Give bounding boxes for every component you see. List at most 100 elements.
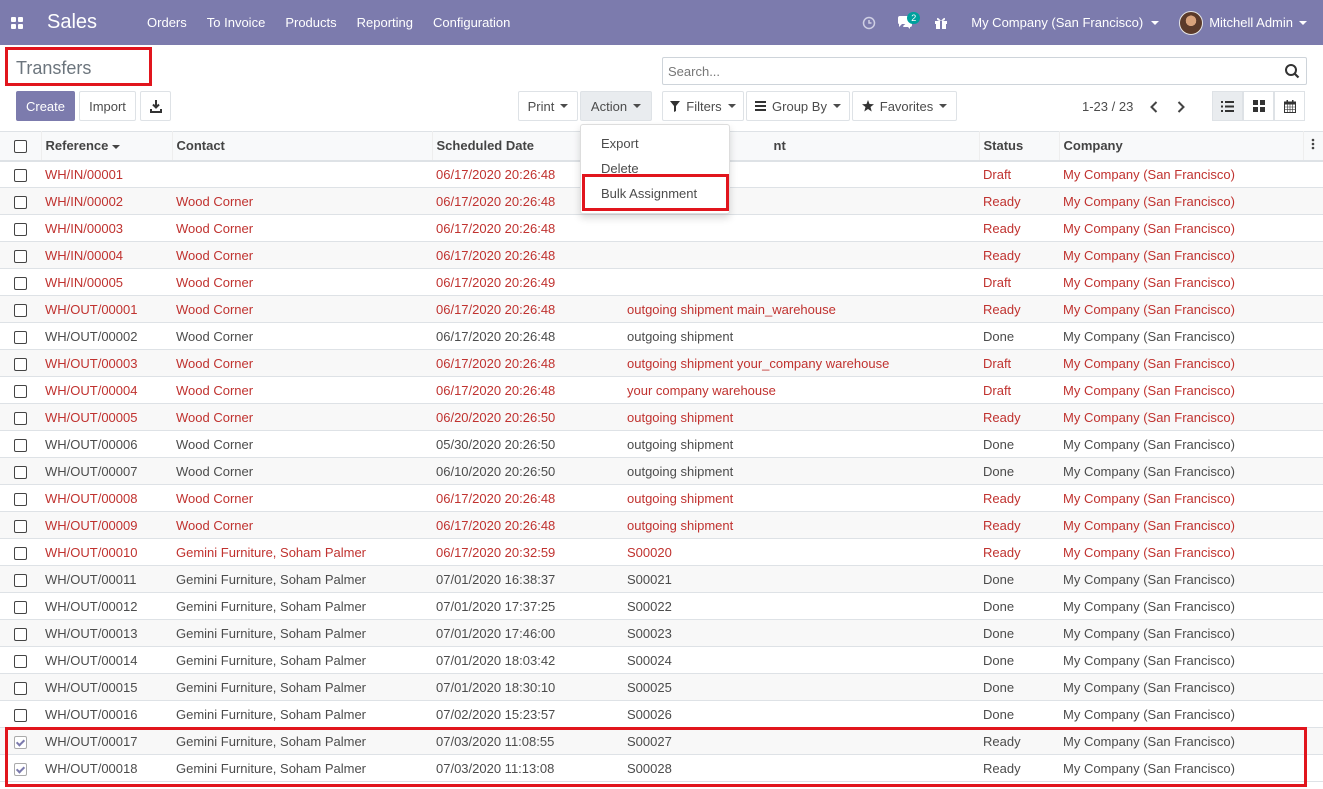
app-brand[interactable]: Sales [47, 11, 97, 34]
row-checkbox[interactable] [14, 762, 27, 776]
favorites-button[interactable]: Favorites [852, 91, 957, 121]
company-switcher[interactable]: My Company (San Francisco) [959, 15, 1171, 30]
row-checkbox[interactable] [14, 600, 27, 614]
action-label: Action [590, 98, 628, 114]
search-input[interactable] [663, 58, 1278, 84]
table-row[interactable]: WH/OUT/00004 Wood Corner 06/17/2020 20:26:… [0, 376, 1323, 404]
row-checkbox[interactable] [14, 492, 27, 506]
user-menu[interactable]: Mitchell Admin [1171, 10, 1323, 35]
print-button[interactable]: Print [518, 91, 578, 121]
status-cell: Done [979, 322, 1059, 350]
page-title: Transfers [16, 58, 92, 78]
contact-cell: Wood Corner [172, 457, 432, 485]
menu-configuration[interactable]: Configuration [423, 0, 520, 45]
row-spacer-cell [1303, 619, 1323, 647]
pager-value[interactable]: 1-23 / 23 [1082, 99, 1133, 114]
table-row[interactable]: WH/OUT/00012 Gemini Furniture, Soham Palm… [0, 592, 1323, 620]
row-checkbox[interactable] [14, 573, 27, 587]
action-export-item[interactable]: Export [581, 131, 729, 156]
table-row[interactable]: WH/IN/00005 Wood Corner 06/17/2020 20:26:4… [0, 268, 1323, 296]
company-cell: My Company (San Francisco) [1059, 187, 1303, 215]
systray: 2 My Company (San Francisco) Mitchell Ad… [851, 0, 1323, 45]
row-checkbox[interactable] [14, 195, 27, 209]
messaging-chat-icon[interactable]: 2 [887, 0, 923, 45]
table-row[interactable]: WH/OUT/00007 Wood Corner 06/10/2020 20:26:… [0, 457, 1323, 485]
table-row[interactable]: WH/OUT/00016 Gemini Furniture, Soham Palm… [0, 700, 1323, 728]
top-navbar: Sales Orders To Invoice Products Reporti… [0, 0, 1323, 45]
kanban-view-button[interactable] [1243, 91, 1274, 121]
table-row[interactable]: WH/OUT/00017 Gemini Furniture, Soham Palm… [0, 727, 1323, 755]
column-header-status[interactable]: Status [979, 131, 1060, 162]
company-cell: My Company (San Francisco) [1059, 430, 1303, 458]
create-button[interactable]: Create [16, 91, 75, 121]
table-row[interactable]: WH/OUT/00011 Gemini Furniture, Soham Palm… [0, 565, 1323, 593]
column-header-reference[interactable]: Reference [41, 131, 173, 162]
list-view-button[interactable] [1212, 91, 1243, 121]
menu-to-invoice[interactable]: To Invoice [197, 0, 276, 45]
table-row[interactable]: WH/IN/00004 Wood Corner 06/17/2020 20:26:4… [0, 241, 1323, 269]
import-button[interactable]: Import [79, 91, 136, 121]
action-delete-item[interactable]: Delete [581, 156, 729, 181]
table-row[interactable]: WH/OUT/00006 Wood Corner 05/30/2020 20:26:… [0, 430, 1323, 458]
table-row[interactable]: WH/OUT/00018 Gemini Furniture, Soham Palm… [0, 754, 1323, 782]
chevron-right-icon [1177, 101, 1185, 113]
column-header-company[interactable]: Company [1059, 131, 1304, 162]
menu-orders[interactable]: Orders [137, 0, 197, 45]
row-checkbox[interactable] [14, 276, 27, 290]
menu-products[interactable]: Products [275, 0, 346, 45]
row-checkbox[interactable] [14, 465, 27, 479]
activity-clock-icon[interactable] [851, 0, 887, 45]
scheduled-date-cell: 06/17/2020 20:26:48 [432, 484, 623, 512]
row-checkbox[interactable] [14, 627, 27, 641]
row-checkbox[interactable] [14, 708, 27, 722]
row-checkbox[interactable] [14, 222, 27, 236]
row-checkbox[interactable] [14, 249, 27, 263]
table-row[interactable]: WH/OUT/00005 Wood Corner 06/20/2020 20:26:… [0, 403, 1323, 431]
table-row[interactable]: WH/OUT/00014 Gemini Furniture, Soham Palm… [0, 646, 1323, 674]
source-document-cell: S00024 [623, 646, 979, 674]
table-row[interactable]: WH/OUT/00010 Gemini Furniture, Soham Palm… [0, 538, 1323, 566]
table-row[interactable]: WH/OUT/00009 Wood Corner 06/17/2020 20:26:… [0, 511, 1323, 539]
row-checkbox[interactable] [14, 681, 27, 695]
reference-cell: WH/IN/00005 [41, 268, 172, 296]
company-cell: My Company (San Francisco) [1059, 322, 1303, 350]
row-checkbox[interactable] [14, 654, 27, 668]
table-row[interactable]: WH/OUT/00008 Wood Corner 06/17/2020 20:26:… [0, 484, 1323, 512]
table-row[interactable]: WH/OUT/00015 Gemini Furniture, Soham Palm… [0, 673, 1323, 701]
group-by-button[interactable]: Group By [746, 91, 850, 121]
calendar-view-button[interactable] [1274, 91, 1305, 121]
action-button[interactable]: Action [580, 91, 652, 121]
row-checkbox[interactable] [14, 519, 27, 533]
table-row[interactable]: WH/OUT/00002 Wood Corner 06/17/2020 20:26:… [0, 322, 1323, 350]
row-checkbox[interactable] [14, 438, 27, 452]
star-icon [861, 100, 874, 112]
contact-cell: Wood Corner [172, 241, 432, 269]
row-checkbox[interactable] [14, 411, 27, 425]
menu-reporting[interactable]: Reporting [347, 0, 423, 45]
table-row[interactable]: WH/OUT/00013 Gemini Furniture, Soham Palm… [0, 619, 1323, 647]
column-header-contact[interactable]: Contact [172, 131, 433, 162]
table-row[interactable]: WH/OUT/00001 Wood Corner 06/17/2020 20:26:… [0, 295, 1323, 323]
action-bulk-assignment-item[interactable]: Bulk Assignment [581, 181, 729, 206]
row-checkbox[interactable] [14, 303, 27, 317]
select-all-checkbox[interactable] [13, 140, 27, 154]
filters-button[interactable]: Filters [662, 91, 744, 121]
row-checkbox[interactable] [14, 168, 27, 182]
download-button[interactable] [140, 91, 171, 121]
pager-previous-button[interactable] [1143, 96, 1165, 118]
pager-next-button[interactable] [1170, 96, 1192, 118]
row-checkbox[interactable] [14, 330, 27, 344]
optional-columns-toggle[interactable] [1303, 131, 1323, 162]
row-checkbox[interactable] [14, 735, 27, 749]
row-checkbox[interactable] [14, 384, 27, 398]
calendar-icon [1283, 99, 1296, 113]
row-checkbox[interactable] [14, 546, 27, 560]
table-row[interactable]: WH/IN/00003 Wood Corner 06/17/2020 20:26:4… [0, 214, 1323, 242]
contact-cell: Wood Corner [172, 511, 432, 539]
reference-cell: WH/IN/00004 [41, 241, 172, 269]
gift-icon[interactable] [923, 0, 959, 45]
apps-menu-icon[interactable] [0, 0, 33, 45]
search-icon[interactable] [1278, 58, 1306, 84]
row-checkbox[interactable] [14, 357, 27, 371]
table-row[interactable]: WH/OUT/00003 Wood Corner 06/17/2020 20:26:… [0, 349, 1323, 377]
